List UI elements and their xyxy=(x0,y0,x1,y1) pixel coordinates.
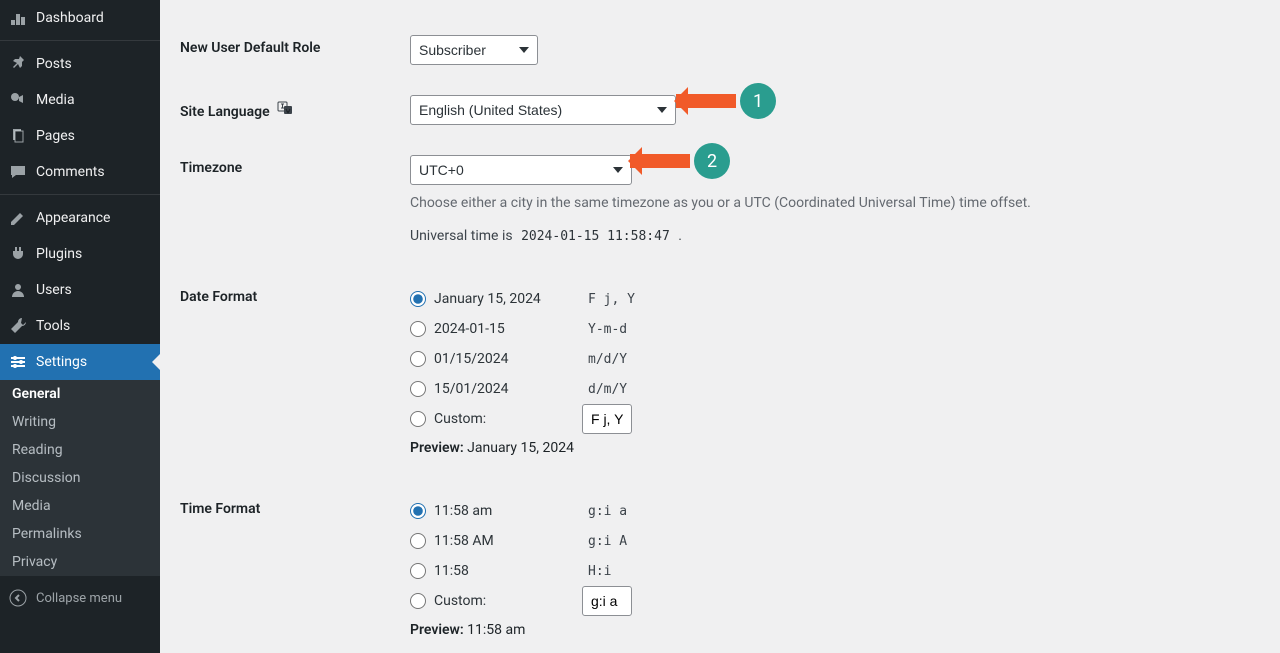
new-user-role-label: New User Default Role xyxy=(180,20,400,80)
users-icon xyxy=(8,280,28,300)
time-format-preview: Preview: 11:58 am xyxy=(410,622,1250,638)
sidebar-item-label: Media xyxy=(36,92,75,108)
date-format-code: m/d/Y xyxy=(582,349,633,370)
time-format-code: H:i xyxy=(582,561,617,582)
custom-label: Custom: xyxy=(434,411,574,427)
date-format-text: January 15, 2024 xyxy=(434,291,574,307)
sidebar-item-label: Tools xyxy=(36,318,70,334)
submenu-item-general[interactable]: General xyxy=(0,380,160,408)
collapse-menu-button[interactable]: Collapse menu xyxy=(0,580,160,616)
time-format-custom-option[interactable]: Custom: xyxy=(410,586,1250,616)
translate-icon xyxy=(277,100,293,116)
submenu-item-discussion[interactable]: Discussion xyxy=(0,464,160,492)
sidebar-item-label: Appearance xyxy=(36,210,110,226)
timezone-select[interactable]: UTC+0 xyxy=(410,155,632,185)
sidebar-item-posts[interactable]: Posts xyxy=(0,46,160,82)
sidebar-item-comments[interactable]: Comments xyxy=(0,154,160,190)
date-format-radio[interactable] xyxy=(410,351,426,367)
sidebar-item-label: Pages xyxy=(36,128,75,144)
nav-divider xyxy=(0,36,160,41)
admin-sidebar: Dashboard Posts Media Pages Comments App… xyxy=(0,0,160,653)
time-format-code: g:i a xyxy=(582,501,633,522)
submenu-item-reading[interactable]: Reading xyxy=(0,436,160,464)
comment-icon xyxy=(8,162,28,182)
date-format-preview: Preview: January 15, 2024 xyxy=(410,440,1250,456)
media-icon xyxy=(8,90,28,110)
time-format-code: g:i A xyxy=(582,531,633,552)
collapse-label: Collapse menu xyxy=(36,591,122,606)
time-format-label: Time Format xyxy=(180,471,400,653)
sidebar-item-users[interactable]: Users xyxy=(0,272,160,308)
date-format-custom-input[interactable] xyxy=(582,404,632,434)
date-format-text: 2024-01-15 xyxy=(434,321,574,337)
time-format-option[interactable]: 11:58 am g:i a xyxy=(410,496,1250,526)
sidebar-item-label: Users xyxy=(36,282,72,298)
submenu-item-media[interactable]: Media xyxy=(0,492,160,520)
site-language-label: Site Language xyxy=(180,80,400,140)
collapse-icon xyxy=(8,588,28,608)
sidebar-item-label: Settings xyxy=(36,354,87,370)
tools-icon xyxy=(8,316,28,336)
sidebar-item-media[interactable]: Media xyxy=(0,82,160,118)
date-format-option[interactable]: 15/01/2024 d/m/Y xyxy=(410,374,1250,404)
time-format-custom-input[interactable] xyxy=(582,586,632,616)
appearance-icon xyxy=(8,208,28,228)
time-format-option[interactable]: 11:58 AM g:i A xyxy=(410,526,1250,556)
sidebar-item-label: Comments xyxy=(36,164,105,180)
sidebar-item-dashboard[interactable]: Dashboard xyxy=(0,0,160,36)
timezone-help-text: Choose either a city in the same timezon… xyxy=(410,193,1250,214)
settings-content: New User Default Role Subscriber Site La… xyxy=(160,0,1280,653)
date-format-option[interactable]: 01/15/2024 m/d/Y xyxy=(410,344,1250,374)
pages-icon xyxy=(8,126,28,146)
dashboard-icon xyxy=(8,8,28,28)
time-format-radio[interactable] xyxy=(410,563,426,579)
submenu-item-writing[interactable]: Writing xyxy=(0,408,160,436)
time-format-option[interactable]: 11:58 H:i xyxy=(410,556,1250,586)
date-format-custom-option[interactable]: Custom: xyxy=(410,404,1250,434)
time-format-text: 11:58 am xyxy=(434,503,574,519)
pin-icon xyxy=(8,54,28,74)
sidebar-item-label: Posts xyxy=(36,56,72,72)
date-format-option[interactable]: 2024-01-15 Y-m-d xyxy=(410,314,1250,344)
nav-divider xyxy=(0,190,160,195)
universal-time-line: Universal time is 2024-01-15 11:58:47 . xyxy=(410,228,1250,244)
sidebar-item-pages[interactable]: Pages xyxy=(0,118,160,154)
date-format-code: d/m/Y xyxy=(582,379,633,400)
plugin-icon xyxy=(8,244,28,264)
sidebar-item-appearance[interactable]: Appearance xyxy=(0,200,160,236)
timezone-label: Timezone xyxy=(180,140,400,259)
date-format-option[interactable]: January 15, 2024 F j, Y xyxy=(410,284,1250,314)
time-format-radio[interactable] xyxy=(410,533,426,549)
new-user-role-select[interactable]: Subscriber xyxy=(410,35,538,65)
sidebar-item-tools[interactable]: Tools xyxy=(0,308,160,344)
date-format-radio-custom[interactable] xyxy=(410,411,426,427)
date-format-code: F j, Y xyxy=(582,289,641,310)
universal-time-value: 2024-01-15 11:58:47 xyxy=(516,226,675,247)
settings-submenu: General Writing Reading Discussion Media… xyxy=(0,380,160,576)
date-format-text: 01/15/2024 xyxy=(434,351,574,367)
time-format-text: 11:58 xyxy=(434,563,574,579)
time-format-radio-custom[interactable] xyxy=(410,593,426,609)
site-language-select[interactable]: English (United States) xyxy=(410,95,676,125)
sidebar-item-label: Plugins xyxy=(36,246,82,262)
time-format-text: 11:58 AM xyxy=(434,533,574,549)
sidebar-item-label: Dashboard xyxy=(36,10,104,26)
custom-label: Custom: xyxy=(434,593,574,609)
sidebar-item-plugins[interactable]: Plugins xyxy=(0,236,160,272)
settings-icon xyxy=(8,352,28,372)
submenu-item-privacy[interactable]: Privacy xyxy=(0,548,160,576)
sidebar-item-settings[interactable]: Settings xyxy=(0,344,160,380)
date-format-radio[interactable] xyxy=(410,321,426,337)
date-format-label: Date Format xyxy=(180,259,400,471)
submenu-item-permalinks[interactable]: Permalinks xyxy=(0,520,160,548)
date-format-code: Y-m-d xyxy=(582,319,633,340)
date-format-radio[interactable] xyxy=(410,291,426,307)
time-format-radio[interactable] xyxy=(410,503,426,519)
date-format-radio[interactable] xyxy=(410,381,426,397)
date-format-text: 15/01/2024 xyxy=(434,381,574,397)
